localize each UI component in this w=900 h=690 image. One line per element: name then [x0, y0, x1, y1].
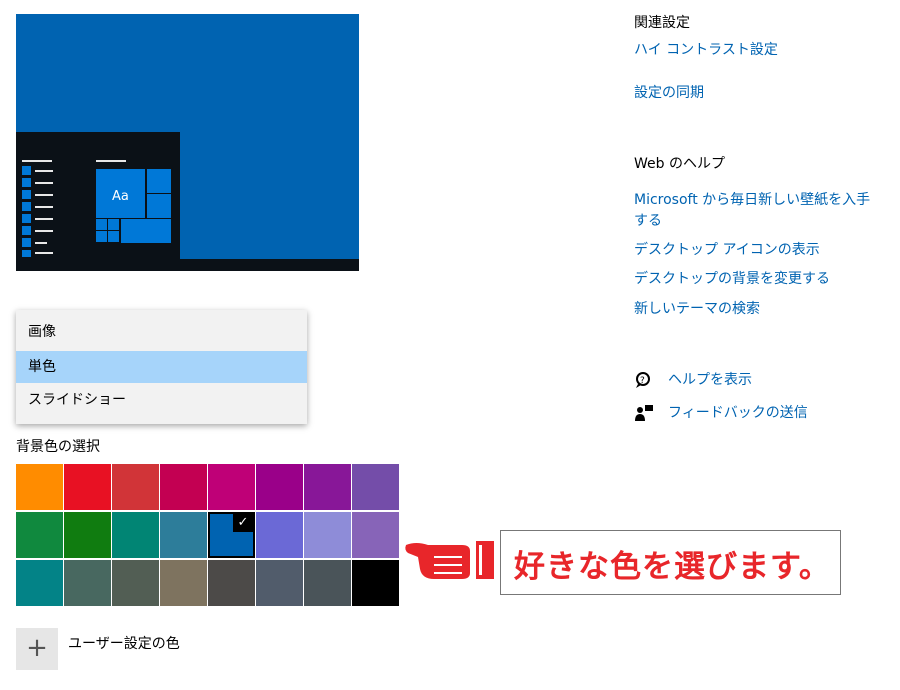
color-swatch[interactable]	[112, 560, 159, 606]
color-swatch[interactable]	[208, 560, 255, 606]
dropdown-option-slideshow[interactable]: スライドショー	[16, 384, 307, 416]
related-settings-heading: 関連設定	[634, 15, 690, 31]
color-swatch[interactable]	[160, 560, 207, 606]
color-swatch[interactable]	[16, 464, 63, 510]
annotation-text: 好きな色を選びます。	[514, 549, 831, 585]
color-swatch[interactable]	[64, 464, 111, 510]
feedback-icon	[635, 405, 653, 421]
link-find-themes[interactable]: 新しいテーマの検索	[634, 299, 760, 320]
color-swatch[interactable]	[352, 512, 399, 558]
preview-tile-aa: Aa	[95, 168, 146, 219]
color-swatch[interactable]	[112, 464, 159, 510]
color-swatch[interactable]	[352, 464, 399, 510]
color-swatch[interactable]	[256, 512, 303, 558]
color-swatch[interactable]	[208, 464, 255, 510]
color-swatch[interactable]	[304, 464, 351, 510]
color-swatch[interactable]	[112, 512, 159, 558]
custom-color-button[interactable]: +	[16, 628, 58, 670]
link-get-help[interactable]: ヘルプを表示	[668, 370, 752, 391]
preview-taskbar	[16, 259, 359, 271]
help-chat-icon: ?	[636, 372, 650, 388]
background-preview: Aa	[16, 14, 359, 271]
background-color-label: 背景色の選択	[16, 439, 100, 455]
background-type-dropdown[interactable]: 画像 単色 スライドショー	[16, 310, 307, 424]
link-daily-wallpaper[interactable]: Microsoft から毎日新しい壁紙を入手する	[634, 190, 884, 232]
color-swatch[interactable]	[256, 560, 303, 606]
plus-icon: +	[26, 633, 48, 663]
color-swatch[interactable]	[256, 464, 303, 510]
link-send-feedback[interactable]: フィードバックの送信	[668, 403, 808, 424]
link-high-contrast[interactable]: ハイ コントラスト設定	[634, 40, 778, 61]
custom-color-label: ユーザー設定の色	[68, 636, 180, 652]
color-swatch[interactable]	[352, 560, 399, 606]
color-swatch[interactable]	[16, 560, 63, 606]
link-change-background[interactable]: デスクトップの背景を変更する	[634, 269, 830, 290]
web-help-heading: Web のヘルプ	[634, 156, 725, 172]
link-desktop-icons[interactable]: デスクトップ アイコンの表示	[634, 240, 820, 261]
dropdown-option-solid-color[interactable]: 単色	[16, 351, 307, 383]
color-swatch[interactable]	[16, 512, 63, 558]
checkmark-icon: ✓	[233, 514, 253, 532]
annotation-callout: 好きな色を選びます。	[500, 530, 841, 595]
dropdown-option-picture[interactable]: 画像	[16, 316, 307, 348]
color-swatch[interactable]	[304, 560, 351, 606]
color-swatch[interactable]	[304, 512, 351, 558]
color-swatch[interactable]	[160, 512, 207, 558]
color-swatch[interactable]	[64, 560, 111, 606]
svg-text:?: ?	[640, 376, 645, 386]
color-swatch[interactable]: ✓	[208, 512, 255, 558]
pointing-hand-icon	[405, 541, 494, 579]
preview-start-menu: Aa	[16, 132, 180, 259]
color-swatch[interactable]	[160, 464, 207, 510]
color-swatch[interactable]	[64, 512, 111, 558]
link-sync-settings[interactable]: 設定の同期	[634, 83, 704, 104]
